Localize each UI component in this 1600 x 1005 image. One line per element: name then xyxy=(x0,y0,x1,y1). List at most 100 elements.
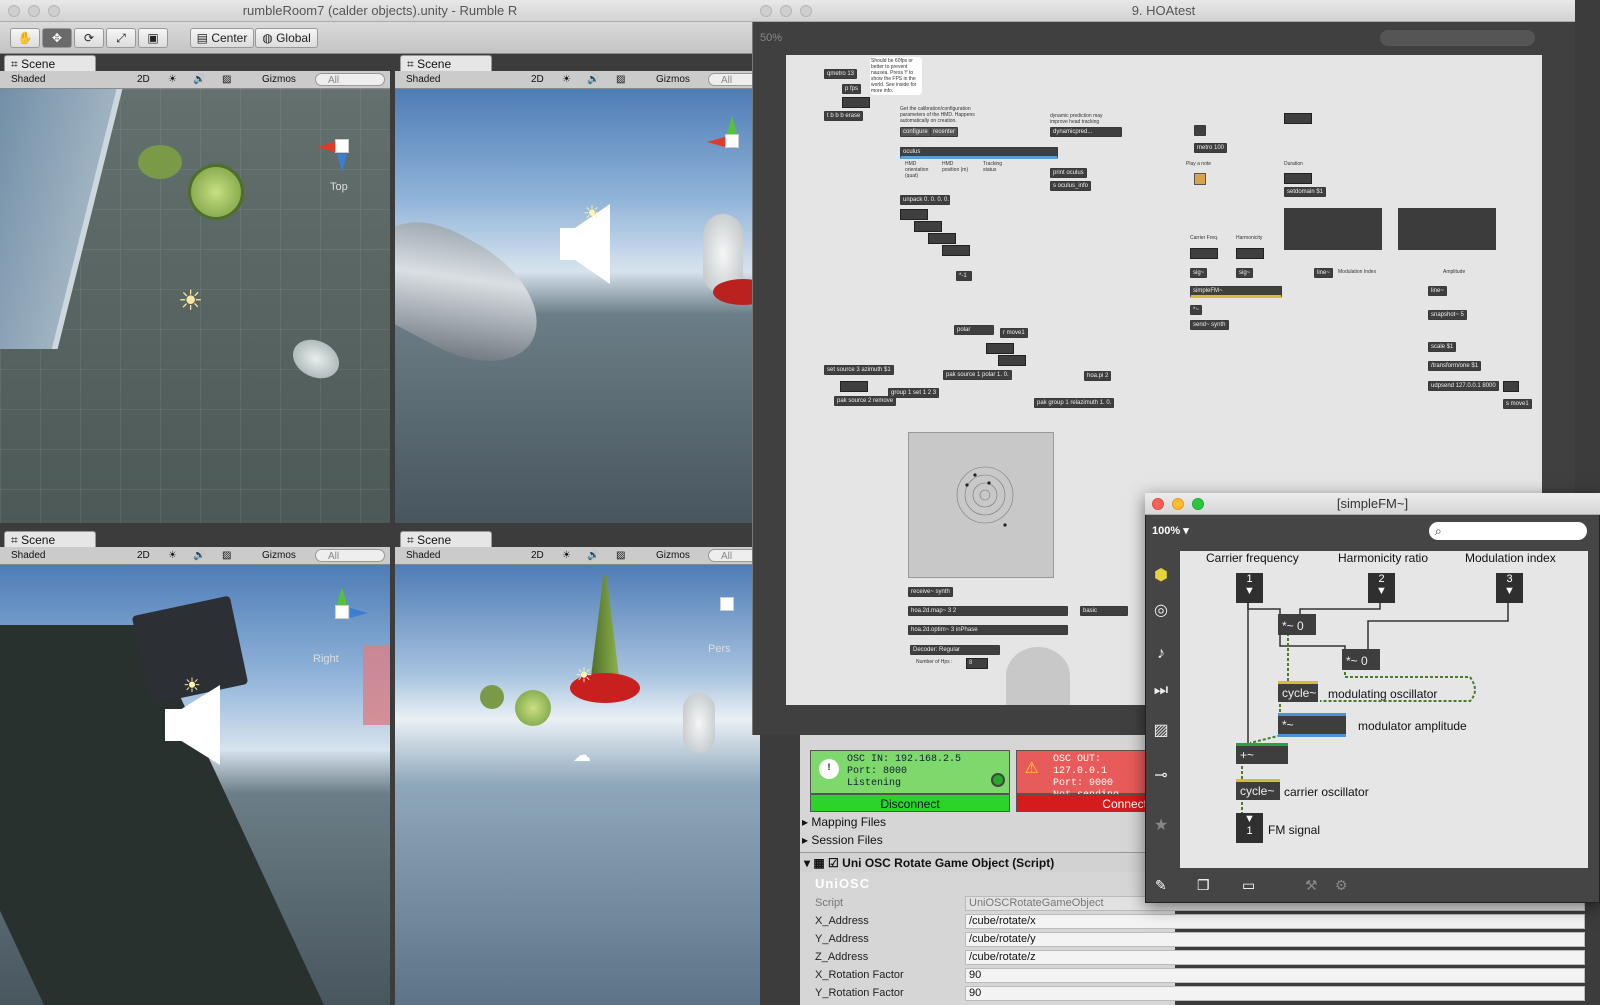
mode-2d-button[interactable]: 2D xyxy=(531,73,544,87)
speaker-icon[interactable]: 🔊 xyxy=(587,73,599,87)
modulating-cycle-object[interactable]: cycle~ xyxy=(1278,681,1318,702)
cube-icon[interactable]: ⬢ xyxy=(1150,565,1172,585)
pak-source-polar-object[interactable]: pak source 1 polar 1. 0. xyxy=(943,370,1012,380)
scene-viewport-3[interactable]: ☀ Right xyxy=(0,565,390,1005)
max-minimize-button[interactable] xyxy=(780,5,792,17)
number-box[interactable] xyxy=(1236,248,1264,259)
speaker-icon[interactable]: 🔊 xyxy=(193,549,205,563)
scene-viewport-2[interactable]: ☀ xyxy=(395,89,760,523)
unpack-object[interactable]: unpack 0. 0. 0. 0. xyxy=(900,195,950,205)
mode-2d-button[interactable]: 2D xyxy=(531,549,544,563)
inlet-2[interactable]: 2 ▼ xyxy=(1368,573,1395,603)
image-icon[interactable]: ▨ xyxy=(1150,720,1172,740)
x-address-field[interactable]: /cube/rotate/x xyxy=(965,914,1585,929)
line-object[interactable]: line~ xyxy=(1314,268,1333,278)
send-oculus-info-object[interactable]: s oculus_info xyxy=(1050,181,1092,191)
disconnect-button[interactable]: Disconnect xyxy=(810,794,1010,812)
decoder-menu[interactable]: Decoder: Regular xyxy=(910,645,1000,655)
line-object[interactable]: line~ xyxy=(1428,286,1447,296)
send-synth-object[interactable]: send~ synth xyxy=(1190,320,1229,330)
z-address-field[interactable]: /cube/rotate/z xyxy=(965,950,1585,965)
view-axis-gizmo[interactable] xyxy=(695,104,755,184)
function-graph[interactable] xyxy=(1284,208,1382,250)
hoa-map-display[interactable] xyxy=(908,432,1054,578)
print-oculus-object[interactable]: print oculus xyxy=(1050,168,1087,178)
component-enabled-checkbox[interactable]: ☑ xyxy=(828,856,839,870)
pivot-center-button[interactable]: ▤ Center xyxy=(190,28,254,48)
mode-2d-button[interactable]: 2D xyxy=(137,549,150,563)
move-tool-button[interactable]: ✥ xyxy=(42,28,72,48)
sun-icon[interactable]: ☀ xyxy=(168,73,177,87)
star-icon[interactable]: ★ xyxy=(1150,815,1172,835)
amplitude-graph[interactable] xyxy=(1398,208,1496,250)
light-gizmo-icon[interactable]: ☀ xyxy=(575,663,593,688)
trigger-object[interactable]: t b b b erase xyxy=(824,111,864,121)
session-files-foldout[interactable]: ▸ Session Files xyxy=(802,833,883,847)
number-box[interactable] xyxy=(914,221,942,232)
simplefm-search-input[interactable]: ⌕ xyxy=(1429,522,1587,540)
unity-minimize-button[interactable] xyxy=(28,5,40,17)
cloud-gizmo-icon[interactable]: ☁ xyxy=(573,745,591,766)
send-move1-object[interactable]: s move1 xyxy=(1503,399,1532,409)
shading-dropdown[interactable]: Shaded xyxy=(11,549,45,563)
plug-icon[interactable]: ⊸ xyxy=(1150,765,1172,785)
simplefm-close-button[interactable] xyxy=(1152,498,1164,510)
y-rotation-factor-field[interactable]: 90 xyxy=(965,986,1585,1001)
udpsend-object[interactable]: udpsend 127.0.0.1 8000 xyxy=(1428,381,1499,391)
basic-menu[interactable]: basic xyxy=(1080,606,1128,616)
hoa-optim-object[interactable]: hoa.2d.optim~ 3 inPhase xyxy=(908,625,1068,635)
simplefm-zoom-button[interactable] xyxy=(1192,498,1204,510)
hoa-map-object[interactable]: hoa.2d.map~ 3 2 xyxy=(908,606,1068,616)
recenter-message[interactable]: recenter xyxy=(930,127,959,137)
oculus-object[interactable]: oculus xyxy=(900,147,1058,159)
space-global-button[interactable]: ◍ Global xyxy=(255,28,318,48)
gizmos-dropdown[interactable]: Gizmos xyxy=(656,73,690,87)
number-box[interactable] xyxy=(986,343,1014,354)
target-icon[interactable]: ◎ xyxy=(1150,600,1172,620)
max-zoom-label[interactable]: 50% xyxy=(760,32,782,44)
number-box[interactable] xyxy=(900,209,928,220)
dynamicpred-message[interactable]: dynamicpred... xyxy=(1050,127,1122,137)
sun-icon[interactable]: ☀ xyxy=(168,549,177,563)
group-message[interactable]: group 1 set 1 2 3 xyxy=(888,388,940,398)
gizmos-dropdown[interactable]: Gizmos xyxy=(656,549,690,563)
polar-menu[interactable]: polar xyxy=(954,325,994,335)
simplefm-minimize-button[interactable] xyxy=(1172,498,1184,510)
number-box[interactable] xyxy=(998,355,1026,366)
hand-tool-button[interactable]: ✋ xyxy=(10,28,40,48)
view-axis-gizmo[interactable]: Pers xyxy=(690,565,760,665)
scale-message[interactable]: scale $1 xyxy=(1428,342,1457,352)
number-box[interactable] xyxy=(842,97,870,108)
inlet-3[interactable]: 3 ▼ xyxy=(1496,573,1523,603)
unity-zoom-button[interactable] xyxy=(48,5,60,17)
shading-dropdown[interactable]: Shaded xyxy=(406,549,440,563)
hoa-decoder-display[interactable] xyxy=(1006,647,1070,705)
toggle-object[interactable] xyxy=(1194,125,1206,136)
shading-dropdown[interactable]: Shaded xyxy=(406,73,440,87)
speaker-icon[interactable]: 🔊 xyxy=(587,549,599,563)
max-search-input[interactable] xyxy=(1380,30,1535,46)
sig-object[interactable]: sig~ xyxy=(1190,268,1208,278)
wrench-icon[interactable]: ⚒ xyxy=(1305,877,1318,894)
speaker-icon[interactable]: 🔊 xyxy=(193,73,205,87)
transform-message[interactable]: /transform/one $1 xyxy=(1428,361,1482,371)
number-box[interactable] xyxy=(840,381,868,392)
multiply-object[interactable]: *-1 xyxy=(956,271,972,281)
scene-search-input[interactable]: All xyxy=(315,549,385,562)
step-forward-icon[interactable]: ⏭ xyxy=(1150,682,1172,700)
receive-move1-object[interactable]: r move1 xyxy=(1000,328,1028,338)
add-signal-object[interactable]: +~ xyxy=(1236,743,1288,764)
mode-2d-button[interactable]: 2D xyxy=(137,73,150,87)
connect-button[interactable]: Connect xyxy=(1016,794,1156,812)
presentation-icon[interactable]: ▭ xyxy=(1242,877,1255,894)
music-note-icon[interactable]: ♪ xyxy=(1150,645,1172,663)
rotate-tool-button[interactable]: ⟳ xyxy=(74,28,104,48)
rect-tool-button[interactable]: ▣ xyxy=(138,28,168,48)
number-box[interactable] xyxy=(942,245,970,256)
outlet-1[interactable]: ▼ 1 xyxy=(1236,813,1263,843)
pencil-icon[interactable]: ✎ xyxy=(1155,877,1167,894)
windows-icon[interactable]: ❐ xyxy=(1197,877,1210,894)
snapshot-object[interactable]: snapshot~ 5 xyxy=(1428,310,1467,320)
mapping-files-foldout[interactable]: ▸ Mapping Files xyxy=(802,815,886,829)
multiply-modindex-object[interactable]: *~ 0 xyxy=(1342,649,1380,670)
